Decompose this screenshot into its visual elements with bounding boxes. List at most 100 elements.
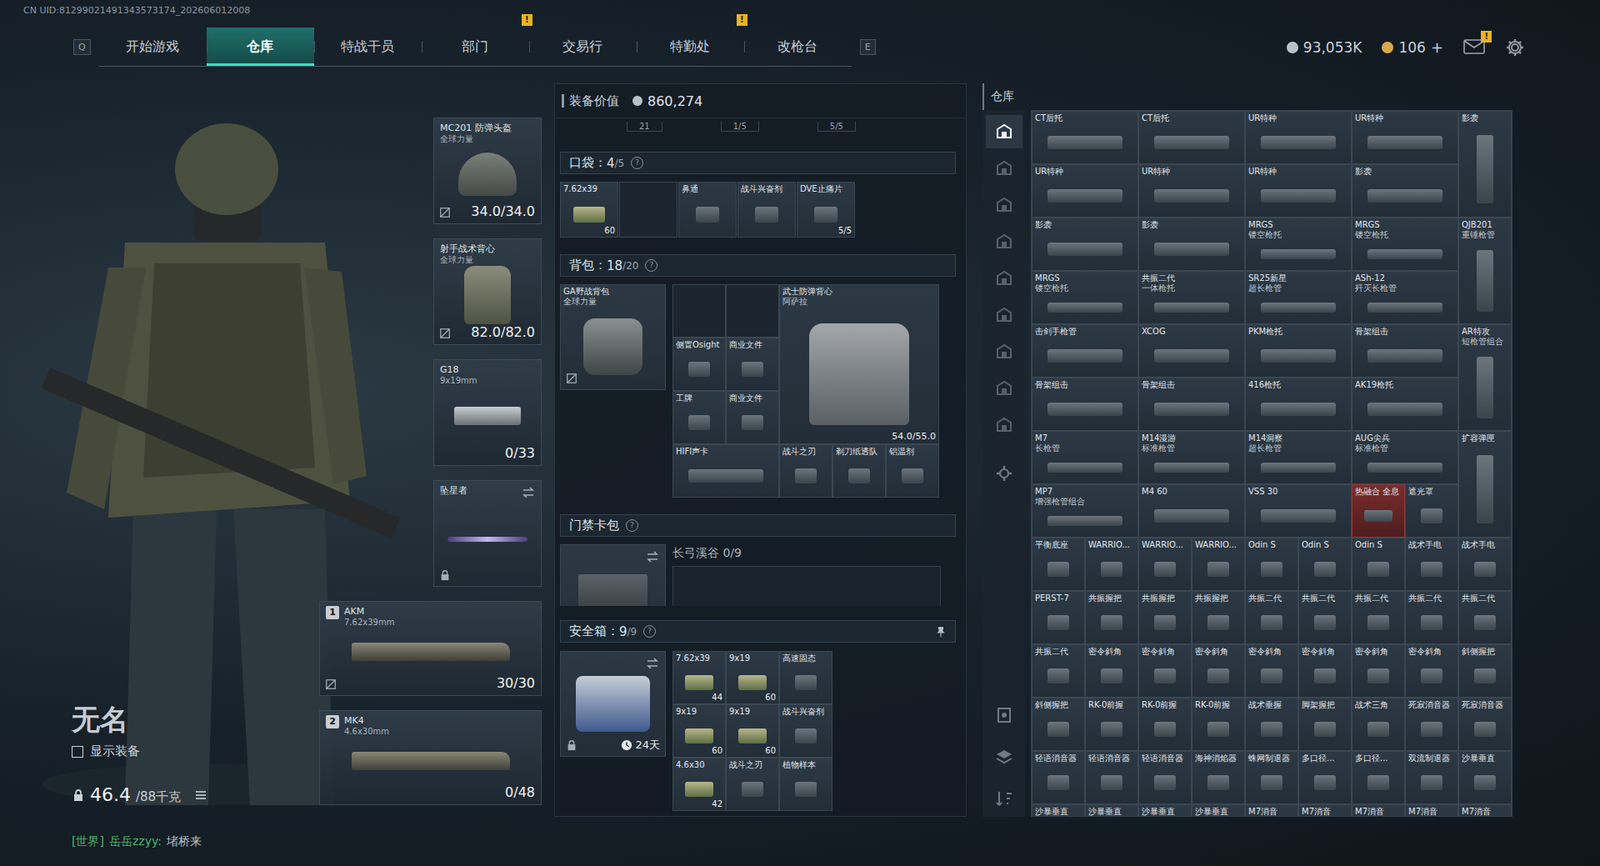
item-cell[interactable]: 蛛网制退器 (1245, 750, 1299, 805)
item-cell[interactable]: 战斗兴奋剂 (737, 181, 796, 238)
item-cell[interactable]: 高速固态 (779, 650, 833, 705)
nav-tab[interactable]: 仓库 (206, 27, 315, 66)
item-cell[interactable]: 密令斜角 (1405, 644, 1459, 698)
item-cell[interactable]: 多口径... (1298, 750, 1352, 805)
item-cell[interactable]: 共振二代 (1031, 644, 1085, 698)
item-cell[interactable]: 斜侧握把 (1031, 697, 1085, 751)
item-cell[interactable]: WARRIO... (1085, 537, 1139, 591)
item-cell[interactable]: M14洞察超长枪管 (1245, 430, 1352, 485)
item-cell[interactable] (725, 284, 780, 338)
item-cell[interactable]: 共振二代 (1458, 590, 1512, 645)
item-cell[interactable]: MP7增强枪管组合 (1031, 484, 1139, 538)
item-cell[interactable]: 共振二代一体枪托 (1138, 270, 1245, 325)
chat-message[interactable]: [世界]岳岳zzyy:堵桥来 (71, 834, 202, 850)
item-cell[interactable] (672, 284, 726, 338)
item-cell[interactable]: 鼻通 (678, 181, 737, 238)
weapon-slot[interactable]: 1AKM7.62x39mm30/30 (319, 600, 542, 696)
item-cell[interactable]: MRGS镂空枪托 (1245, 217, 1352, 271)
help-button[interactable]: ? (625, 519, 639, 532)
item-cell[interactable]: 工牌 (672, 390, 726, 445)
item-cell[interactable]: 9x1960 (725, 704, 780, 758)
nav-tab[interactable]: 特勤处 ! (636, 27, 745, 66)
gear-slot[interactable]: 坠星者 (433, 480, 542, 587)
sell-icon[interactable] (994, 705, 1015, 725)
item-cell[interactable]: 沙暴垂直 (1031, 804, 1085, 817)
item-cell[interactable] (619, 181, 678, 238)
item-cell[interactable]: 热融合 全息 (1351, 484, 1405, 538)
item-cell[interactable]: SR25新星超长枪管 (1245, 270, 1352, 325)
warehouse-tab[interactable] (985, 371, 1023, 405)
item-cell[interactable]: 7.62x3960 (560, 181, 619, 238)
item-cell[interactable]: AK19枪托 (1351, 377, 1459, 431)
item-cell[interactable]: 9x1960 (672, 704, 726, 758)
item-cell[interactable]: M4 60 (1138, 484, 1245, 538)
nav-tab[interactable]: 交易行 (529, 27, 637, 66)
item-cell[interactable]: 双流制退器 (1405, 750, 1459, 805)
item-cell[interactable]: 密令斜角 (1351, 644, 1405, 698)
item-cell[interactable]: 战斗之刃 (725, 757, 780, 811)
item-cell[interactable]: 战术手电 (1405, 537, 1459, 591)
item-cell[interactable]: 脚架握把 (1298, 697, 1352, 751)
item-cell[interactable]: 沙暴垂直 (1138, 804, 1192, 817)
item-cell[interactable]: M7消音 (1298, 804, 1352, 817)
item-cell[interactable]: MRGS镂空枪托 (1031, 270, 1139, 325)
item-cell[interactable]: 9x1960 (725, 650, 780, 705)
item-cell[interactable]: 密令斜角 (1298, 644, 1352, 698)
item-cell[interactable]: 416枪托 (1245, 377, 1352, 431)
swap-icon[interactable] (645, 550, 660, 564)
item-cell[interactable]: 密令斜角 (1245, 644, 1299, 698)
item-cell[interactable]: 共振握把 (1138, 590, 1192, 645)
item-cell[interactable]: XCOG (1138, 324, 1245, 378)
item-cell[interactable]: CT后托 (1138, 110, 1245, 165)
gear-slot[interactable]: MC201 防弹头盔全球力量34.0/34.0 (433, 117, 542, 225)
backpack-slot[interactable]: GA野战背包全球力量 (560, 284, 666, 390)
mail-button[interactable]: ! (1463, 39, 1485, 56)
item-cell[interactable]: AUG尖兵标准枪管 (1351, 430, 1459, 485)
warehouse-tab[interactable] (985, 115, 1023, 149)
item-cell[interactable]: UR特种 (1351, 110, 1459, 165)
item-cell[interactable]: 影袭 (1458, 110, 1512, 218)
item-cell[interactable]: 4.6x3042 (672, 757, 726, 811)
item-cell[interactable]: 骨架组击 (1138, 377, 1245, 431)
item-cell[interactable]: PERST-7 (1031, 590, 1085, 645)
item-cell[interactable]: UR特种 (1138, 164, 1245, 218)
help-button[interactable]: ? (643, 625, 656, 638)
item-cell[interactable]: HIFI声卡 (672, 444, 780, 498)
item-cell[interactable]: M7长枪管 (1031, 430, 1139, 485)
nav-tab[interactable]: 改枪台 (744, 27, 852, 66)
item-cell[interactable]: 扩容弹匣 (1458, 430, 1512, 538)
item-cell[interactable]: 海神消焰器 (1191, 750, 1245, 805)
item-cell[interactable]: MRGS镂空枪托 (1351, 217, 1459, 271)
warehouse-tab[interactable] (985, 408, 1023, 442)
item-cell[interactable]: 共振握把 (1085, 590, 1139, 645)
item-cell[interactable]: RK-0前握 (1191, 697, 1245, 751)
item-cell[interactable]: 死寂消音器 (1458, 697, 1512, 751)
item-cell[interactable]: M7消音 (1351, 804, 1405, 817)
item-cell[interactable]: WARRIO... (1138, 537, 1192, 591)
item-cell[interactable]: 轻语消音器 (1031, 750, 1085, 805)
card-pack-slot[interactable] (560, 544, 666, 606)
item-cell[interactable]: 密令斜角 (1085, 644, 1139, 698)
item-cell[interactable]: RK-0前握 (1085, 697, 1139, 751)
item-cell[interactable]: 植物样本 (779, 757, 833, 811)
item-cell[interactable]: 7.62x3944 (672, 650, 726, 705)
sort-icon[interactable] (994, 788, 1015, 809)
item-cell[interactable]: Odin S (1351, 537, 1405, 591)
item-cell[interactable]: 多口径... (1351, 750, 1405, 805)
item-cell[interactable]: 共振二代 (1298, 590, 1352, 645)
item-cell[interactable]: Odin S (1245, 537, 1299, 591)
item-cell[interactable]: Odin S (1298, 537, 1352, 591)
item-cell[interactable]: M14漫游标准枪管 (1138, 430, 1245, 485)
help-button[interactable]: ? (645, 259, 658, 272)
nav-tab[interactable]: 开始游戏 (99, 27, 207, 66)
warehouse-tab[interactable] (985, 261, 1023, 295)
item-cell[interactable]: 遮光罩 (1405, 484, 1459, 538)
item-cell[interactable]: 剃刀纸透队 (832, 444, 886, 498)
item-cell[interactable]: UR特种 (1031, 164, 1139, 218)
item-cell[interactable]: M7消音 (1245, 804, 1299, 817)
warehouse-tab[interactable] (985, 335, 1023, 369)
nav-tab[interactable]: 特战干员 (314, 27, 422, 66)
item-cell[interactable]: 骨架组击 (1351, 324, 1459, 378)
item-cell[interactable]: 影袭 (1138, 217, 1245, 271)
item-cell[interactable]: 轻语消音器 (1085, 750, 1139, 805)
